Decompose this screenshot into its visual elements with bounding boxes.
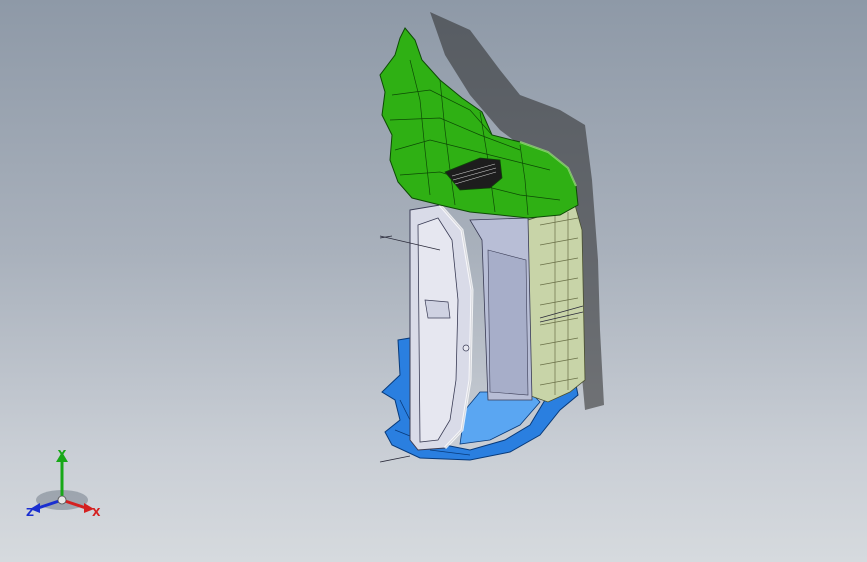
y-axis-label: Y bbox=[57, 448, 67, 461]
side-rib-panel[interactable] bbox=[527, 204, 586, 403]
axis-triad: Y X Z bbox=[26, 448, 101, 519]
cad-viewport[interactable] bbox=[0, 0, 867, 562]
x-axis-label: X bbox=[92, 506, 101, 519]
z-axis-label: Z bbox=[26, 506, 34, 519]
triad-origin bbox=[57, 495, 67, 505]
door-panel[interactable] bbox=[409, 204, 474, 451]
inner-wall[interactable] bbox=[469, 217, 533, 401]
